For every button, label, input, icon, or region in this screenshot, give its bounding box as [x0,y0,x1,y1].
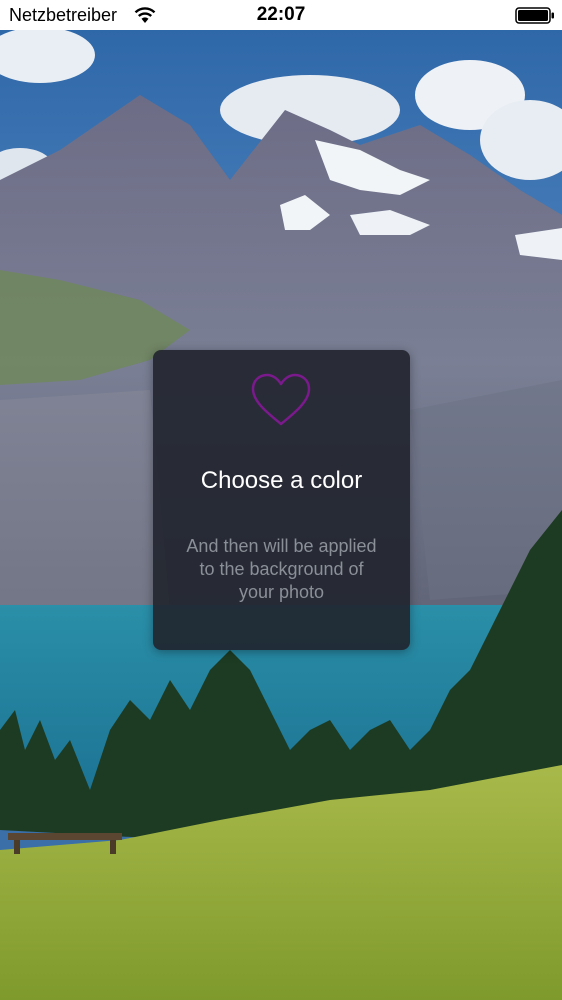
screen: Netzbetreiber 22:07 Choose a color And t… [0,0,562,1000]
battery-full-icon [515,7,554,24]
instruction-card: Choose a color And then will be applied … [153,350,410,650]
status-bar: Netzbetreiber 22:07 [0,0,562,30]
status-time: 22:07 [256,4,306,25]
heart-outline-icon [251,373,311,426]
card-description: And then will be applied to the backgrou… [186,536,377,602]
card-title: Choose a color [200,467,363,494]
